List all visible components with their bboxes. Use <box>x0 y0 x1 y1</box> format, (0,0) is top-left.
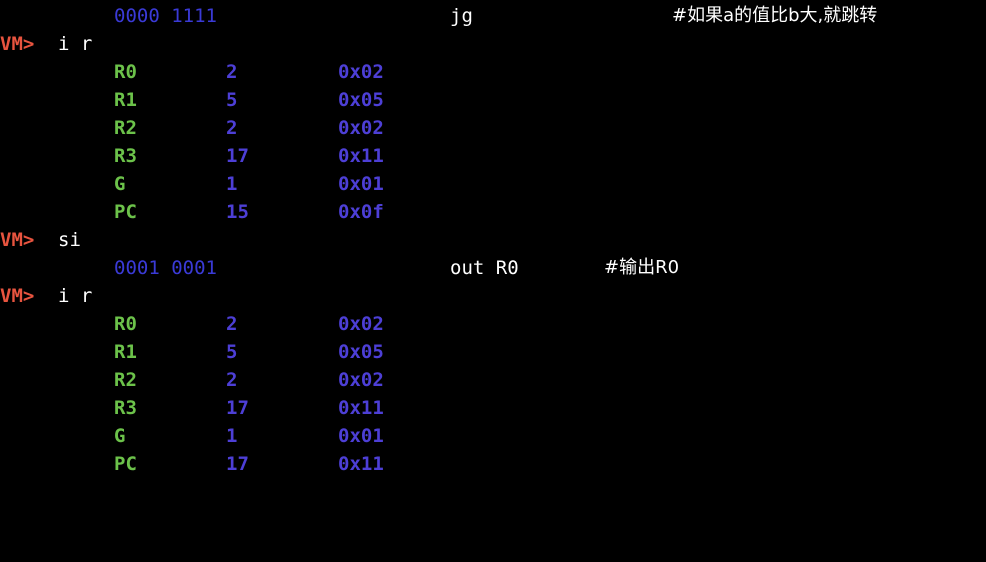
register-hex: 0x0f <box>338 201 384 223</box>
register-row: G 1 0x01 <box>0 170 986 198</box>
register-row: R3 17 0x11 <box>0 394 986 422</box>
register-decimal: 17 <box>226 145 249 167</box>
register-name: R2 <box>114 369 137 391</box>
command-line: VM> si <box>0 226 986 254</box>
register-name: G <box>114 173 126 195</box>
instruction-line: 0000 1111 jg #如果a的值比b大,就跳转 <box>0 2 986 30</box>
register-hex: 0x05 <box>338 89 384 111</box>
instruction-binary: 0001 0001 <box>114 257 217 279</box>
register-row: R2 2 0x02 <box>0 114 986 142</box>
register-decimal: 15 <box>226 201 249 223</box>
terminal-window[interactable]: 0000 1111 jg #如果a的值比b大,就跳转 VM> i r R0 2 … <box>0 0 986 474</box>
register-row: R2 2 0x02 <box>0 366 986 394</box>
register-decimal: 5 <box>226 89 238 111</box>
register-decimal: 2 <box>226 369 238 391</box>
register-name: G <box>114 425 126 447</box>
register-hex: 0x01 <box>338 173 384 195</box>
register-hex: 0x02 <box>338 313 384 335</box>
vm-prompt: VM> <box>0 229 35 251</box>
register-decimal: 1 <box>226 173 238 195</box>
register-row: G 1 0x01 <box>0 422 986 450</box>
instruction-comment: #输出R0 <box>604 257 680 278</box>
register-hex: 0x11 <box>338 397 384 419</box>
register-hex: 0x02 <box>338 369 384 391</box>
register-row: R0 2 0x02 <box>0 310 986 338</box>
register-name: PC <box>114 453 137 474</box>
register-name: R1 <box>114 89 137 111</box>
instruction-line: 0001 0001 out R0 #输出R0 <box>0 254 986 282</box>
register-hex: 0x01 <box>338 425 384 447</box>
instruction-comment: #如果a的值比b大,就跳转 <box>672 5 878 26</box>
register-row: R3 17 0x11 <box>0 142 986 170</box>
command-line: VM> i r <box>0 282 986 310</box>
register-hex: 0x02 <box>338 117 384 139</box>
instruction-mnemonic: out R0 <box>450 257 519 279</box>
register-row: R0 2 0x02 <box>0 58 986 86</box>
register-decimal: 2 <box>226 313 238 335</box>
register-decimal: 2 <box>226 61 238 83</box>
register-name: R0 <box>114 313 137 335</box>
instruction-mnemonic: jg <box>450 5 473 27</box>
register-hex: 0x11 <box>338 453 384 474</box>
register-hex: 0x02 <box>338 61 384 83</box>
register-name: R3 <box>114 145 137 167</box>
register-decimal: 2 <box>226 117 238 139</box>
register-decimal: 5 <box>226 341 238 363</box>
vm-prompt: VM> <box>0 285 35 307</box>
register-decimal: 17 <box>226 397 249 419</box>
register-name: R1 <box>114 341 137 363</box>
register-name: PC <box>114 201 137 223</box>
vm-prompt: VM> <box>0 33 35 55</box>
instruction-binary: 0000 1111 <box>114 5 217 27</box>
command-text: i r <box>58 33 93 55</box>
register-name: R3 <box>114 397 137 419</box>
register-row: R1 5 0x05 <box>0 86 986 114</box>
register-name: R2 <box>114 117 137 139</box>
register-row: PC 15 0x0f <box>0 198 986 226</box>
register-hex: 0x05 <box>338 341 384 363</box>
register-hex: 0x11 <box>338 145 384 167</box>
register-decimal: 1 <box>226 425 238 447</box>
register-name: R0 <box>114 61 137 83</box>
register-row: PC 17 0x11 <box>0 450 986 474</box>
command-text: i r <box>58 285 93 307</box>
register-row: R1 5 0x05 <box>0 338 986 366</box>
command-line: VM> i r <box>0 30 986 58</box>
register-decimal: 17 <box>226 453 249 474</box>
command-text: si <box>58 229 81 251</box>
